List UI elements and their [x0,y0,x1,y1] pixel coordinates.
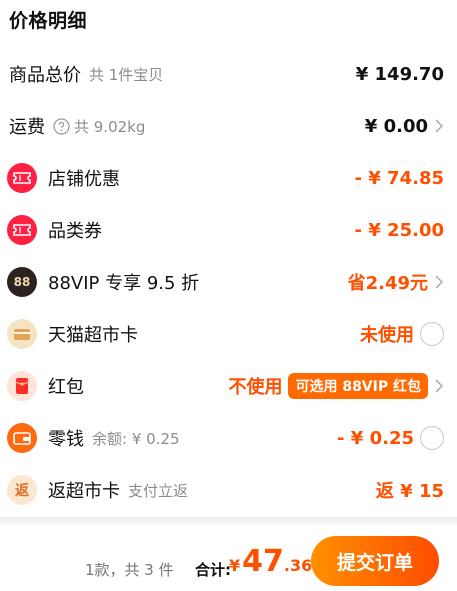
tmall-card-label: 天猫超市卡 [48,325,138,346]
cashback-row: 返 返超市卡 支付立返 返 ¥ 15 [0,464,457,516]
vip-icon-text: 88 [13,275,31,289]
category-coupon-row: 品类券 - ¥ 25.00 [0,204,457,256]
red-packet-label: 红包 [48,377,84,398]
shipping-weight: 共 9.02kg [74,117,146,136]
category-coupon-label: 品类券 [48,221,102,242]
vip-discount-row[interactable]: 88 88VIP 专享 9.5 折 省2.49元 [0,256,457,308]
vip-discount-label: 88VIP 专享 9.5 折 [48,273,200,294]
cashback-value: 返 ¥ 15 [375,481,444,502]
change-balance: 余额: ¥ 0.25 [92,429,180,448]
goods-total-count: 共 1件宝贝 [89,65,164,84]
vip-88-icon: 88 [7,267,37,297]
submit-order-button[interactable]: 提交订单 [311,536,439,586]
price-integer: 47 [242,544,284,579]
goods-total-row: 商品总价 共 1件宝贝 ¥ 149.70 [0,48,457,100]
vip-red-packet-badge[interactable]: 可选用 88VIP 红包 [288,373,428,399]
cashback-note: 支付立返 [128,481,189,500]
card-icon [7,319,37,349]
total-label: 合计: [195,561,231,579]
red-packet-row[interactable]: 红包 不使用 可选用 88VIP 红包 [0,360,457,412]
wallet-icon [7,423,37,453]
change-radio[interactable] [420,426,444,450]
category-coupon-amount: - ¥ 25.00 [354,219,444,241]
red-packet-icon [7,371,37,401]
shop-discount-amount: - ¥ 74.85 [354,167,444,189]
chevron-right-icon[interactable] [434,377,444,395]
shop-discount-label: 店铺优惠 [48,169,120,190]
chevron-right-icon[interactable] [434,117,444,135]
shipping-label: 运费 [9,117,45,138]
goods-total-label: 商品总价 [9,65,81,86]
red-packet-status: 不使用 [228,377,283,398]
total-price: ¥ 47 .36 [229,544,312,579]
shipping-amount: ¥ 0.00 [364,115,428,137]
price-decimal: .36 [283,556,313,575]
question-icon[interactable] [53,117,70,135]
tmall-card-status: 未使用 [360,325,414,346]
goods-total-amount: ¥ 149.70 [355,63,444,85]
cashback-icon-text: 返 [15,483,29,499]
coupon-icon [7,215,37,245]
chevron-right-icon[interactable] [434,273,444,291]
cashback-label: 返超市卡 [48,481,120,502]
vip-savings: 省2.49元 [347,273,428,294]
checkout-bar: 1款，共 3 件 合计: ¥ 47 .36 提交订单 [0,527,457,591]
coupon-icon [7,163,37,193]
item-count: 1款，共 3 件 [85,561,174,579]
change-row[interactable]: 零钱 余额: ¥ 0.25 - ¥ 0.25 [0,412,457,464]
section-title: 价格明细 [9,10,88,32]
currency-symbol: ¥ [229,556,241,575]
change-label: 零钱 [48,429,84,450]
tmall-card-radio[interactable] [420,322,444,346]
cashback-icon: 返 [7,475,37,505]
change-amount: - ¥ 0.25 [337,427,414,449]
footer-divider [0,517,457,527]
shop-discount-row: 店铺优惠 - ¥ 74.85 [0,152,457,204]
tmall-card-row[interactable]: 天猫超市卡 未使用 [0,308,457,360]
shipping-row[interactable]: 运费 共 9.02kg ¥ 0.00 [0,100,457,152]
